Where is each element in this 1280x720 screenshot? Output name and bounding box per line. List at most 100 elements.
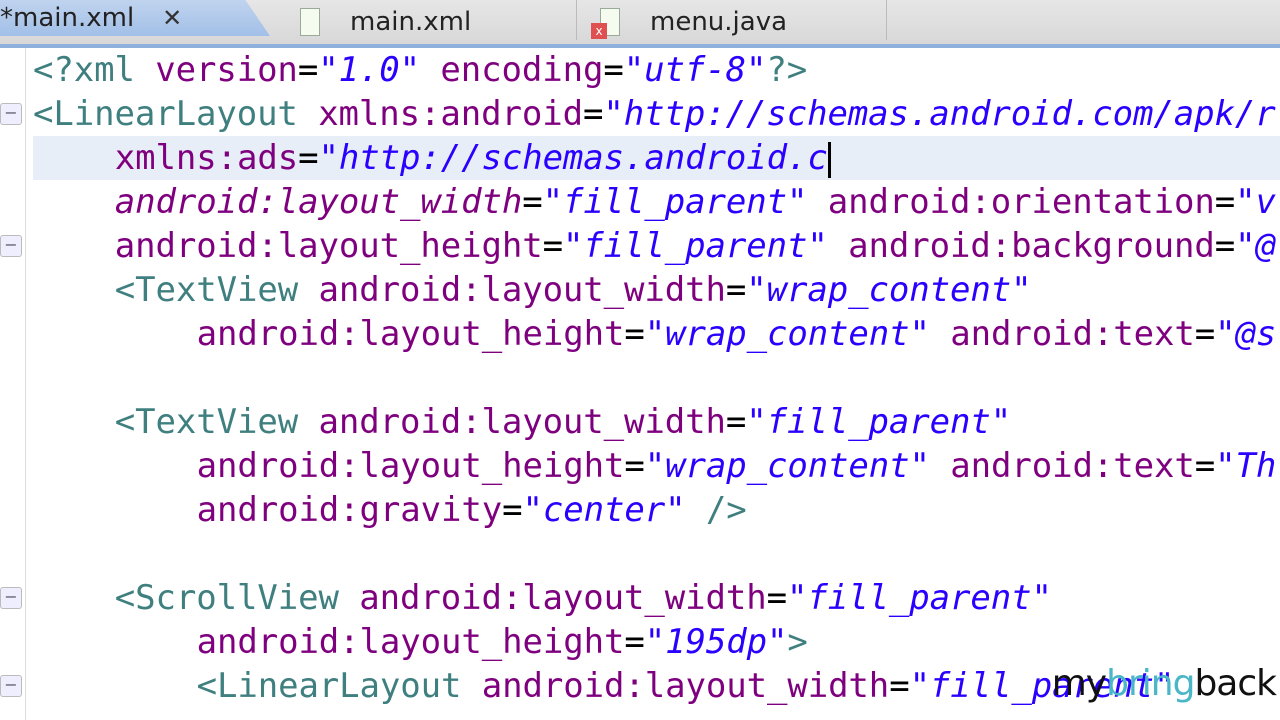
code-token-tag: >	[787, 622, 808, 662]
code-token-eq: =	[502, 490, 523, 530]
code-token-attr: xmlns:ads	[114, 138, 299, 178]
logo-text: back	[1194, 663, 1277, 704]
fold-toggle-icon[interactable]: −	[0, 235, 22, 257]
tab-label: menu.java	[650, 7, 788, 37]
code-token-tag: <TextView	[114, 270, 319, 310]
code-token-val: "fill_parent"	[542, 182, 808, 222]
code-line[interactable]: <TextView android:layout_width="fill_par…	[33, 400, 1011, 444]
tab-divider	[886, 0, 887, 40]
code-line[interactable]: <LinearLayout xmlns:android="http://sche…	[33, 92, 1276, 136]
code-token-attr: android:text	[950, 314, 1195, 354]
code-line[interactable]: <TextView android:layout_width="wrap_con…	[33, 268, 1032, 312]
code-token-attr: android:orientation	[827, 182, 1215, 222]
code-line[interactable]: android:layout_height="wrap_content" and…	[33, 444, 1277, 488]
code-token-eq: =	[624, 622, 645, 662]
code-token-eq: =	[522, 182, 543, 222]
code-token-val: "1.0"	[318, 50, 421, 90]
code-token-val: "wrap_content"	[644, 314, 930, 354]
code-token-tag: <LinearLayout	[33, 94, 319, 134]
code-token-eq: =	[766, 578, 788, 618]
code-token-val: "utf-8"	[623, 50, 767, 90]
code-token-eq	[828, 226, 848, 266]
watermark-logo: mybringback	[1051, 663, 1277, 704]
code-token-eq: =	[725, 270, 747, 310]
logo-text: my	[1051, 663, 1107, 704]
tab-main-xml-modified[interactable]: *main.xml ✕	[0, 0, 270, 36]
code-token-pi: ?>	[766, 50, 808, 90]
code-token-attr: android:layout_width	[359, 578, 767, 618]
editor-gutter	[0, 48, 26, 720]
code-token-val: "195dp"	[644, 622, 788, 662]
code-token-val: "Th	[1215, 446, 1277, 486]
tab-divider	[576, 0, 577, 40]
code-token-val: "wrap_content"	[746, 270, 1032, 310]
code-token-tag: <ScrollView	[114, 578, 360, 618]
code-token-attr: android:background	[848, 226, 1215, 266]
code-token-eq	[930, 314, 950, 354]
editor-tab-bar: *main.xml ✕ main.xml x menu.java	[0, 0, 1280, 48]
code-token-val: "fill_parent"	[562, 226, 828, 266]
logo-text: bring	[1106, 663, 1195, 704]
code-token-val: "@	[1235, 226, 1276, 266]
code-token-attr: android:text	[950, 446, 1195, 486]
fold-toggle-icon[interactable]: −	[0, 587, 22, 609]
code-token-eq	[930, 446, 950, 486]
code-token-val: "v	[1235, 182, 1276, 222]
code-line[interactable]: android:layout_width="fill_parent" andro…	[33, 180, 1276, 224]
code-token-tag: <LinearLayout	[196, 666, 482, 706]
code-token-eq: =	[542, 226, 563, 266]
code-token-attr: xmlns:android	[318, 94, 583, 134]
code-line[interactable]: android:gravity="center" />	[33, 488, 747, 532]
code-token-eq: =	[298, 138, 319, 178]
code-token-attri: android:layout_width	[114, 182, 523, 222]
close-tab-icon[interactable]: ✕	[162, 4, 182, 32]
text-cursor	[827, 141, 831, 178]
code-token-attr: android:layout_height	[196, 446, 625, 486]
code-token-attr: version	[155, 50, 298, 90]
code-token-eq	[685, 490, 705, 530]
tab-label: main.xml	[350, 7, 472, 37]
code-line[interactable]: android:layout_height="195dp">	[33, 620, 808, 664]
code-token-val: "http://schemas.android.c	[318, 138, 828, 178]
code-token-eq: =	[624, 446, 645, 486]
xml-file-icon	[300, 8, 320, 36]
code-token-val: "http://schemas.android.com/apk/r	[603, 94, 1276, 134]
code-token-attr: android:layout_height	[196, 622, 625, 662]
code-line[interactable]: android:layout_height="wrap_content" and…	[33, 312, 1277, 356]
tab-menu-java[interactable]: x menu.java	[591, 0, 788, 44]
java-file-error-icon: x	[591, 8, 620, 39]
code-token-eq: =	[1214, 226, 1236, 266]
code-token-eq: =	[1214, 182, 1236, 222]
code-line[interactable]: android:layout_height="fill_parent" andr…	[33, 224, 1276, 268]
code-line-current[interactable]: xmlns:ads="http://schemas.android.c	[33, 136, 1280, 180]
code-token-tag: />	[705, 490, 747, 530]
code-token-eq: =	[889, 666, 910, 706]
fold-toggle-icon[interactable]: −	[0, 103, 22, 125]
code-token-val: "wrap_content"	[644, 446, 930, 486]
code-token-attr: encoding	[440, 50, 604, 90]
tab-main-xml[interactable]: main.xml	[300, 0, 471, 44]
code-token-eq: =	[624, 314, 645, 354]
code-line[interactable]: <?xml version="1.0" encoding="utf-8"?>	[33, 48, 807, 92]
xml-editor[interactable]: <?xml version="1.0" encoding="utf-8"?> − <…	[0, 48, 1280, 720]
code-token-eq: =	[297, 50, 319, 90]
code-line[interactable]: <ScrollView android:layout_width="fill_p…	[33, 576, 1052, 620]
code-token-val: "@s	[1215, 314, 1277, 354]
code-token-eq	[807, 182, 827, 222]
code-token-attr: android:layout_height	[196, 314, 625, 354]
code-token-tag: <TextView	[114, 402, 319, 442]
code-token-attr: android:layout_height	[114, 226, 543, 266]
code-token-eq: =	[603, 50, 624, 90]
code-line[interactable]: <LinearLayout android:layout_width="fill…	[33, 664, 1175, 708]
code-token-eq	[420, 50, 440, 90]
code-token-eq: =	[725, 402, 747, 442]
code-token-attr: android:gravity	[196, 490, 503, 530]
code-token-attr: android:layout_width	[318, 270, 727, 310]
code-token-attr: android:layout_width	[318, 402, 727, 442]
code-token-val: "fill_parent"	[746, 402, 1012, 442]
code-token-attr: android:layout_width	[481, 666, 890, 706]
fold-toggle-icon[interactable]: −	[0, 675, 22, 697]
code-token-eq: =	[1194, 446, 1216, 486]
code-token-val: "center"	[522, 490, 686, 530]
code-token-pi: <?xml	[33, 50, 156, 90]
